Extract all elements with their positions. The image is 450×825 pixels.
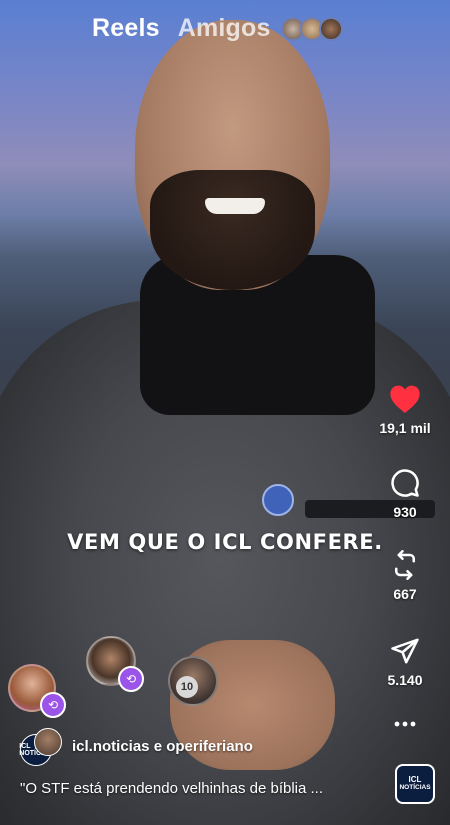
more-options-button[interactable]: [360, 719, 450, 729]
more-icon: [394, 721, 416, 727]
remix-badge-icon: ⟲: [118, 666, 144, 692]
send-icon: [391, 638, 419, 664]
audio-thumbnail[interactable]: ICL NOTÍCIAS: [395, 764, 435, 804]
remix-badge-icon: ⟲: [40, 692, 66, 718]
friends-avatars[interactable]: [280, 16, 343, 41]
video-pin-badge: [262, 484, 294, 516]
comment-count: 930: [393, 504, 417, 520]
comment-button[interactable]: 930: [360, 468, 450, 520]
audio-thumb-logo: ICL: [408, 775, 422, 784]
video-beard: [150, 170, 315, 290]
repost-count: 667: [393, 586, 417, 602]
audio-thumb-label: NOTÍCIAS: [399, 784, 431, 791]
more-remixes-count[interactable]: 10: [176, 676, 198, 698]
heart-icon: [390, 385, 420, 413]
tab-amigos[interactable]: Amigos: [178, 14, 271, 43]
tab-reels[interactable]: Reels: [92, 14, 160, 43]
comment-icon: [391, 469, 419, 497]
like-button[interactable]: 19,1 mil: [360, 384, 450, 436]
author-name[interactable]: icl.noticias e operiferiano: [72, 738, 253, 755]
friend-avatar: [318, 16, 343, 41]
author-avatars[interactable]: ICL NOTÍCIAS: [19, 728, 62, 766]
like-count: 19,1 mil: [379, 420, 431, 436]
post-caption[interactable]: "O STF está prendendo velhinhas de bíbli…: [20, 780, 323, 797]
share-button[interactable]: 5.140: [360, 636, 450, 688]
repost-icon: [395, 550, 415, 580]
video-smile: [205, 198, 265, 214]
author-avatar-operiferiano: [34, 728, 62, 756]
author-row[interactable]: ICL NOTÍCIAS icl.noticias e operiferiano: [19, 728, 253, 766]
top-tabs: Reels Amigos: [92, 14, 343, 43]
repost-button[interactable]: 667: [360, 550, 450, 602]
share-count: 5.140: [387, 672, 423, 688]
